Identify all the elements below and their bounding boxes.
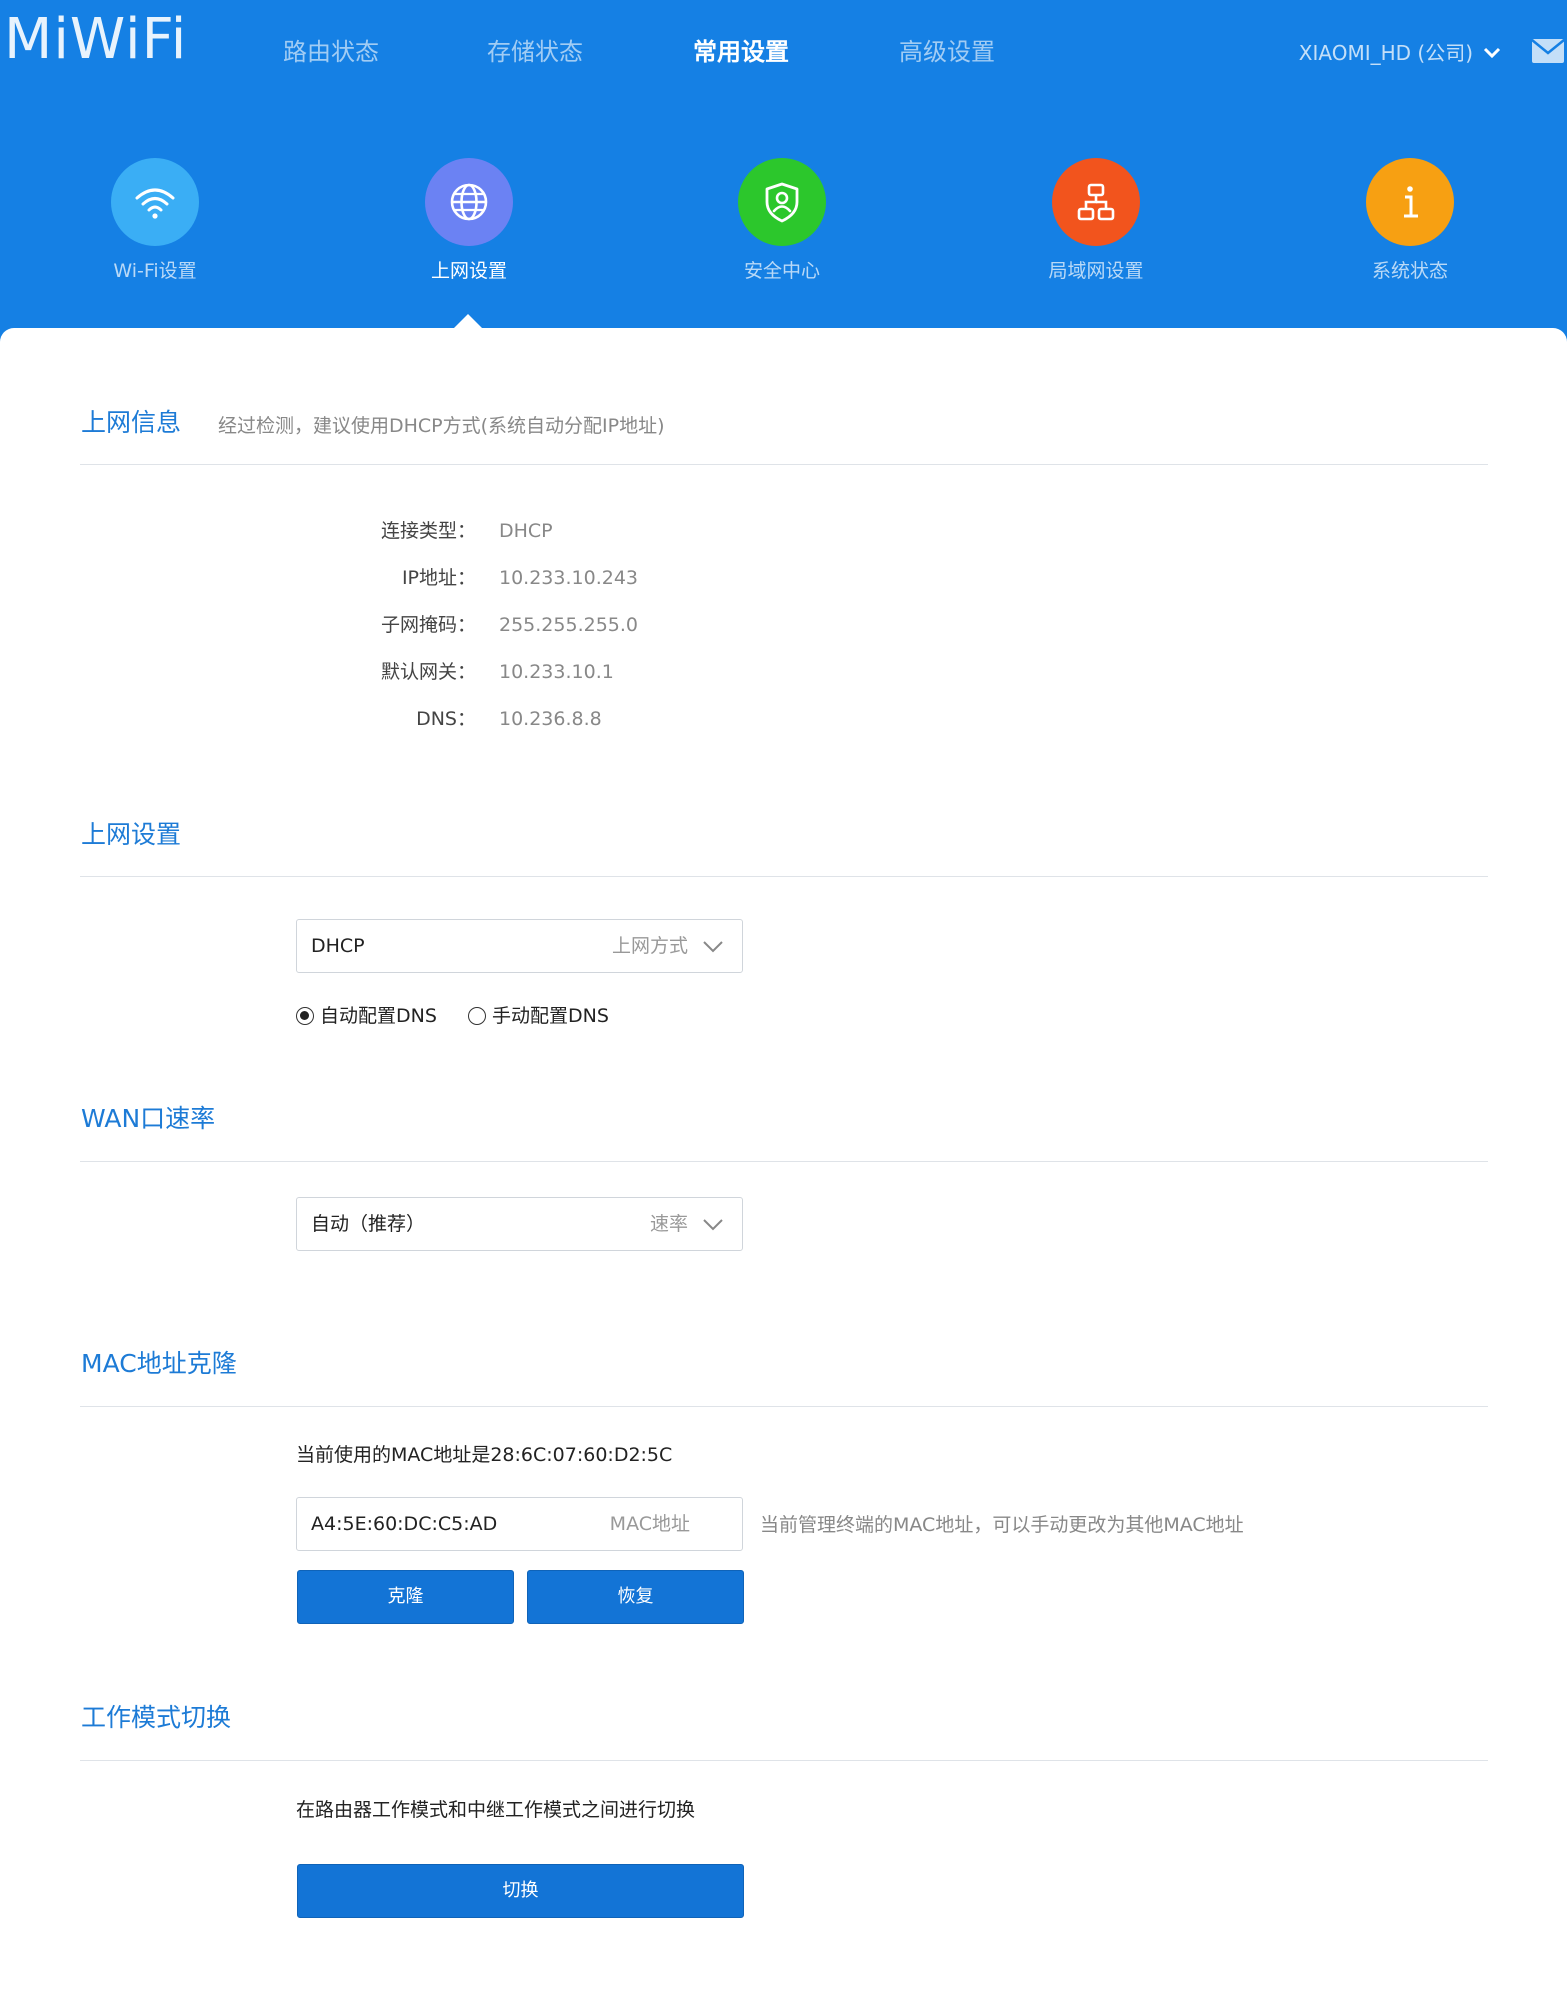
label-default-gateway: 默认网关： [380,661,476,683]
section-title-internet-settings: 上网设置 [81,820,182,849]
nav-advanced-settings[interactable]: 高级设置 [899,34,995,70]
mac-address-placeholder: MAC地址 [609,1513,690,1535]
category-label: 系统状态 [1371,260,1448,282]
settings-panel: 上网信息 经过检测，建议使用DHCP方式(系统自动分配IP地址) 连接类型： D… [0,328,1567,2000]
mac-address-hint: 当前管理终端的MAC地址，可以手动更改为其他MAC地址 [760,1514,1244,1536]
label-dns: DNS： [416,708,476,730]
wifi-icon [111,158,199,246]
radio-auto-dns[interactable]: 自动配置DNS [296,1002,437,1030]
divider [80,1161,1488,1162]
detection-hint: 经过检测，建议使用DHCP方式(系统自动分配IP地址) [218,415,665,437]
shield-icon [738,158,826,246]
network-icon [1052,158,1140,246]
mac-address-value: A4:5E:60:DC:C5:AD [311,1513,498,1535]
divider [80,464,1488,465]
account-name: XIAOMI_HD (公司) [1298,41,1473,65]
work-mode-description: 在路由器工作模式和中继工作模式之间进行切换 [296,1799,696,1821]
divider [80,876,1488,877]
category-label: 安全中心 [743,260,820,282]
divider [80,1406,1488,1407]
category-wifi-settings[interactable]: Wi-Fi设置 [55,158,255,284]
category-security-center[interactable]: 安全中心 [682,158,882,284]
label-connection-type: 连接类型： [380,520,476,542]
clone-button[interactable]: 克隆 [297,1570,514,1624]
switch-mode-button[interactable]: 切换 [297,1864,744,1918]
chevron-down-icon [703,1219,723,1231]
value-ip-address: 10.233.10.243 [499,567,639,589]
chevron-down-icon [703,941,723,953]
value-default-gateway: 10.233.10.1 [499,661,614,683]
mail-icon[interactable] [1531,38,1565,64]
wan-speed-placeholder: 速率 [649,1213,688,1235]
chevron-down-icon [1483,47,1501,59]
radio-manual-dns-indicator[interactable] [468,1007,486,1025]
section-title-internet-info: 上网信息 [81,408,182,437]
nav-router-status[interactable]: 路由状态 [283,34,379,70]
miwifi-logo[interactable]: MiWiFi [4,8,187,72]
divider [80,1760,1488,1761]
category-internet-settings[interactable]: 上网设置 [369,158,569,284]
label-ip-address: IP地址： [401,567,476,589]
current-mac-text: 当前使用的MAC地址是28:6C:07:60:D2:5C [296,1444,673,1466]
section-title-wan-speed: WAN口速率 [81,1104,216,1133]
category-label: 上网设置 [430,260,507,282]
wan-speed-value: 自动（推荐） [311,1213,426,1235]
top-bar: MiWiFi 路由状态 存储状态 常用设置 高级设置 XIAOMI_HD (公司… [0,0,1567,110]
wan-speed-select[interactable]: 自动（推荐） 速率 [296,1197,743,1251]
account-menu[interactable]: XIAOMI_HD (公司) [1299,38,1501,68]
value-dns: 10.236.8.8 [499,708,602,730]
category-label: 局域网设置 [1048,260,1144,282]
info-icon [1366,158,1454,246]
section-title-mac-clone: MAC地址克隆 [81,1349,237,1378]
connection-mode-select[interactable]: DHCP 上网方式 [296,919,743,973]
globe-icon [425,158,513,246]
value-connection-type: DHCP [499,520,553,542]
connection-mode-value: DHCP [311,935,365,957]
connection-mode-placeholder: 上网方式 [611,935,688,957]
nav-common-settings[interactable]: 常用设置 [693,34,789,70]
radio-manual-dns-label: 手动配置DNS [492,1005,609,1027]
category-system-status[interactable]: 系统状态 [1310,158,1510,284]
radio-auto-dns-label: 自动配置DNS [320,1005,437,1027]
section-title-work-mode: 工作模式切换 [81,1703,232,1732]
category-label: Wi-Fi设置 [113,260,197,282]
mac-address-input[interactable]: A4:5E:60:DC:C5:AD MAC地址 [296,1497,743,1551]
label-subnet-mask: 子网掩码： [380,614,476,636]
radio-manual-dns[interactable]: 手动配置DNS [468,1002,609,1030]
category-lan-settings[interactable]: 局域网设置 [996,158,1196,284]
restore-button[interactable]: 恢复 [527,1570,744,1624]
radio-auto-dns-indicator[interactable] [296,1007,314,1025]
value-subnet-mask: 255.255.255.0 [499,614,639,636]
nav-storage-status[interactable]: 存储状态 [487,34,583,70]
